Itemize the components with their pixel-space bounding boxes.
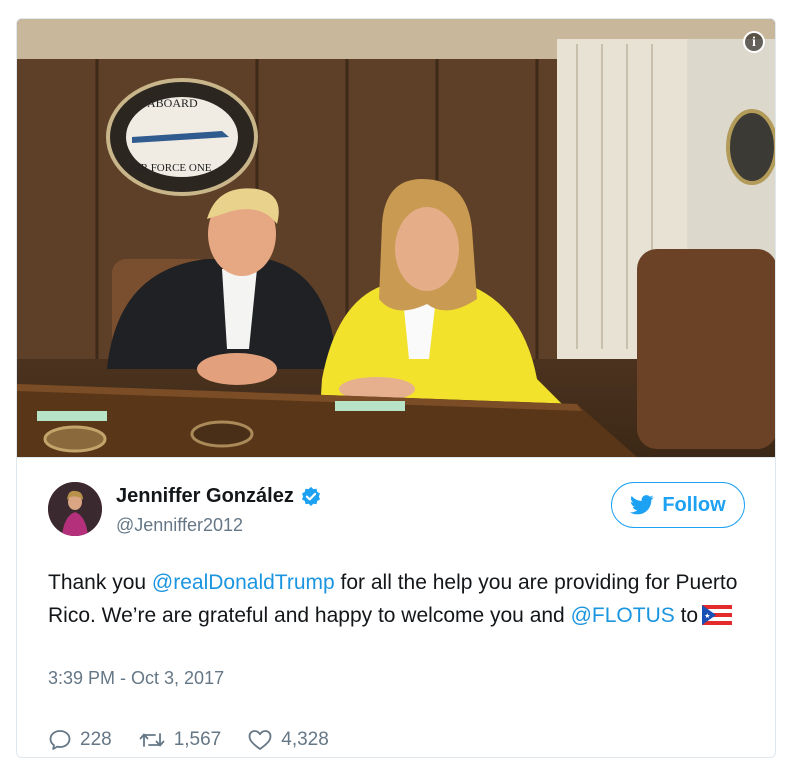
chair-right: [637, 249, 775, 449]
author-name-row[interactable]: Jenniffer González: [116, 485, 322, 508]
coaster-right: [190, 420, 254, 448]
like-action[interactable]: 4,328: [247, 728, 329, 752]
info-icon[interactable]: i: [743, 31, 765, 53]
reply-icon: [49, 730, 71, 750]
person-left-hands: [197, 353, 277, 385]
follow-label: Follow: [662, 493, 726, 516]
seal-top-text: ABOARD: [147, 96, 198, 110]
retweet-icon: [139, 733, 165, 747]
like-count: 4,328: [281, 729, 329, 750]
display-name[interactable]: Jenniffer González: [116, 485, 294, 508]
presidential-seal-icon: [726, 109, 775, 185]
follow-button[interactable]: Follow: [611, 482, 745, 528]
verified-badge-icon: [301, 486, 320, 506]
tweet-text: Thank you @realDonaldTrump for all the h…: [48, 566, 748, 632]
photo-scene: ABOARD AIR FORCE ONE: [17, 19, 775, 457]
reply-action[interactable]: 228: [48, 728, 112, 752]
tweet-body: Jenniffer González @Jenniffer2012 Follow…: [17, 457, 775, 757]
person-right-face: [395, 207, 459, 291]
tweet-text-part-3: to: [674, 604, 699, 627]
puerto-rico-flag-icon: [702, 605, 733, 625]
author-handle[interactable]: @Jenniffer2012: [116, 515, 243, 536]
table-card-left: [37, 411, 107, 421]
avatar[interactable]: [48, 482, 102, 536]
tweet-timestamp[interactable]: 3:39 PM - Oct 3, 2017: [48, 668, 224, 689]
tweet-card: ABOARD AIR FORCE ONE i Jenniffer Gonzále…: [16, 18, 776, 758]
retweet-count: 1,567: [173, 729, 222, 750]
tweet-actions: 228 1,567 4,328: [48, 728, 329, 752]
avatar-image: [48, 482, 102, 536]
twitter-bird-icon: [630, 495, 654, 515]
reply-count: 228: [80, 729, 112, 750]
coaster-left: [43, 425, 107, 453]
retweet-action[interactable]: 1,567: [138, 728, 222, 752]
table-card-right: [335, 401, 405, 411]
seal-bottom-text: AIR FORCE ONE: [129, 162, 212, 174]
mention-realdonaldtrump[interactable]: @realDonaldTrump: [152, 571, 335, 594]
mention-flotus[interactable]: @FLOTUS: [571, 604, 675, 627]
heart-icon: [248, 730, 272, 750]
tweet-photo[interactable]: ABOARD AIR FORCE ONE i: [17, 19, 775, 457]
tweet-text-part-1: Thank you: [48, 571, 152, 594]
